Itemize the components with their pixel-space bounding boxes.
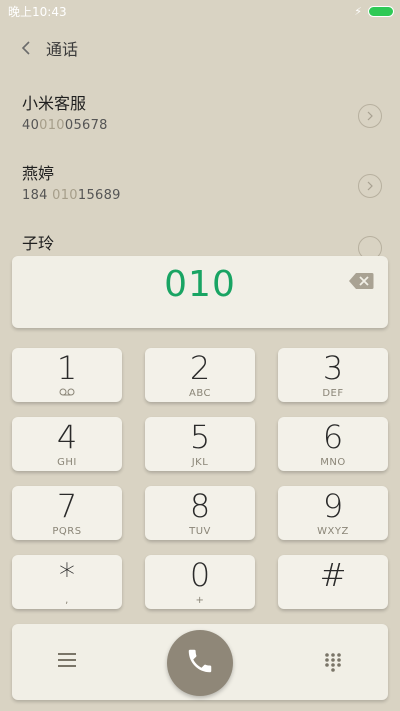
dialed-number-display: 010 (12, 256, 388, 328)
chevron-right-icon[interactable] (358, 174, 382, 198)
key-5[interactable]: 5 JKL (145, 417, 255, 471)
status-icons: ⚡ (354, 5, 394, 18)
phone-icon (185, 646, 215, 680)
chevron-right-icon[interactable] (358, 104, 382, 128)
key-2[interactable]: 2 ABC (145, 348, 255, 402)
key-6[interactable]: 6 MNO (278, 417, 388, 471)
key-letters: PQRS (52, 526, 82, 537)
page-title: 通话 (46, 40, 79, 59)
menu-icon[interactable] (58, 652, 76, 668)
dialpad-icon[interactable] (324, 652, 342, 672)
contact-name: 小米客服 (22, 94, 87, 113)
key-digit: * (59, 556, 75, 594)
key-letters: JKL (191, 457, 209, 468)
key-letters: , (65, 595, 69, 606)
contact-item[interactable]: 小米客服 4001005678 (0, 78, 400, 148)
key-9[interactable]: 9 WXYZ (278, 486, 388, 540)
key-4[interactable]: 4 GHI (12, 417, 122, 471)
key-hash[interactable]: # (278, 555, 388, 609)
key-digit: 2 (189, 349, 211, 387)
key-7[interactable]: 7 PQRS (12, 486, 122, 540)
key-letters: DEF (322, 388, 344, 399)
contact-name: 燕婷 (22, 164, 55, 183)
key-digit: # (319, 556, 347, 594)
key-letters: MNO (320, 457, 346, 468)
key-3[interactable]: 3 DEF (278, 348, 388, 402)
battery-icon (368, 5, 394, 17)
key-letters: + (195, 595, 205, 606)
key-digit: 8 (189, 487, 211, 525)
key-letters: WXYZ (317, 526, 349, 537)
key-0[interactable]: 0 + (145, 555, 255, 609)
chevron-right-icon[interactable] (358, 236, 382, 256)
contact-item[interactable]: 燕婷 184 01015689 (0, 148, 400, 218)
key-letters: ABC (188, 388, 211, 399)
header: 通话 (0, 30, 400, 66)
contact-name: 子玲 (22, 234, 55, 253)
key-letters: GHI (57, 457, 77, 468)
key-digit: 3 (322, 349, 344, 387)
contact-number: 184 01015689 (22, 188, 121, 203)
key-1[interactable]: 1 (12, 348, 122, 402)
call-button[interactable] (167, 630, 233, 696)
key-digit: 0 (189, 556, 211, 594)
dialed-number: 010 (164, 264, 236, 305)
back-icon[interactable] (16, 38, 36, 58)
key-digit: 6 (322, 418, 344, 456)
voicemail-icon (12, 388, 122, 399)
contact-item[interactable]: 子玲 (0, 218, 400, 256)
key-digit: 5 (189, 418, 211, 456)
charging-icon: ⚡ (354, 4, 362, 18)
key-digit: 4 (56, 418, 78, 456)
key-letters: TUV (189, 526, 211, 537)
backspace-icon[interactable] (348, 272, 374, 290)
key-star[interactable]: * , (12, 555, 122, 609)
key-8[interactable]: 8 TUV (145, 486, 255, 540)
key-digit: 9 (322, 487, 344, 525)
contact-number: 4001005678 (22, 118, 108, 133)
status-bar: 晚上10:43 ⚡ (0, 0, 400, 22)
status-time: 晚上10:43 (8, 4, 67, 19)
key-digit: 1 (56, 349, 78, 387)
key-digit: 7 (56, 487, 78, 525)
bottom-action-bar (12, 624, 388, 700)
